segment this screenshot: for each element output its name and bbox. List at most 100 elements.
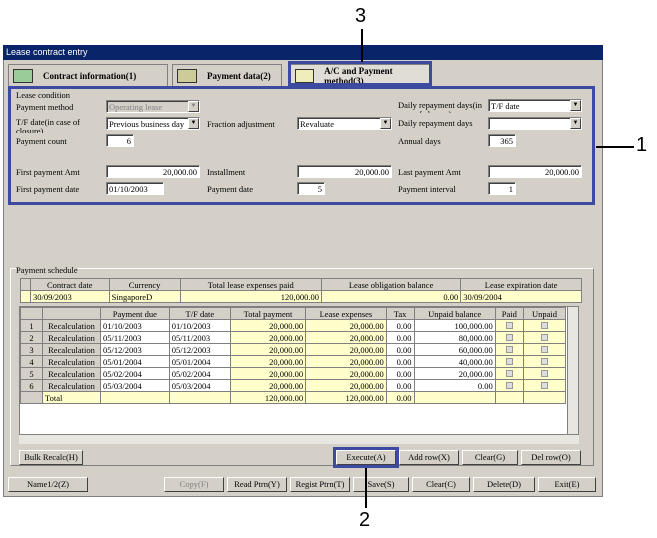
copy-button[interactable]: Copy(F): [164, 477, 224, 492]
cell-tf: 01/10/2003: [168, 319, 231, 332]
unpaid-checkbox[interactable]: [522, 331, 567, 344]
cell-tf: 05/11/2003: [168, 331, 231, 344]
cell-tax: 0.00: [385, 331, 415, 344]
total-row: Total 120,000.00 120,000.00 0.00: [20, 391, 567, 404]
recalculation-button[interactable]: Recalculation: [42, 343, 101, 356]
table-row: 3 Recalculation 05/12/2003 05/12/2003 20,000…: [20, 343, 567, 356]
total-total-cell: 120,000.00: [229, 391, 307, 404]
contract-date-cell: 30/09/2003: [30, 290, 110, 303]
read-ptrn-button[interactable]: Read Ptrn(Y): [227, 477, 287, 492]
col-paid: Paid: [494, 307, 524, 320]
cell-due[interactable]: 05/02/2004: [100, 367, 170, 380]
cell-total: 20,000.00: [229, 319, 307, 332]
add-row-button[interactable]: Add row(X): [399, 450, 459, 465]
col-currency: Currency: [108, 278, 181, 291]
callout-3-line: [361, 29, 363, 62]
cell-tf: 05/12/2003: [168, 343, 231, 356]
name-button[interactable]: Name1/2(Z): [8, 477, 88, 492]
tab-payment-data[interactable]: Payment data(2): [172, 64, 282, 86]
exit-button[interactable]: Exit(E): [538, 477, 596, 492]
paid-checkbox[interactable]: [494, 355, 524, 368]
table-row: 2 Recalculation 05/11/2003 05/11/2003 20,000…: [20, 331, 567, 344]
unpaid-checkbox[interactable]: [522, 379, 567, 392]
book-icon: [13, 68, 33, 83]
payment-schedule-label: Payment schedule: [16, 265, 78, 275]
cell-lease: 20,000.00: [305, 355, 387, 368]
tab-highlight-box: [288, 61, 432, 86]
unpaid-checkbox[interactable]: [522, 355, 567, 368]
col-tax: Tax: [385, 307, 415, 320]
paid-checkbox[interactable]: [494, 379, 524, 392]
cell-due[interactable]: 05/03/2004: [100, 379, 170, 392]
col-unpaid: Unpaid: [522, 307, 567, 320]
col-tf-date: T/F date: [168, 307, 231, 320]
total-label-cell: Total: [42, 391, 101, 404]
col-total-payment: Total payment: [229, 307, 307, 320]
lease-obligation-cell: 0.00: [321, 290, 462, 303]
cell-lease: 20,000.00: [305, 331, 387, 344]
cell-unpaid: 40,000.00: [413, 355, 496, 368]
cell-no: 4: [20, 355, 43, 368]
cell-due[interactable]: 05/01/2004: [100, 355, 170, 368]
col-total-lease-paid: Total lease expenses paid: [179, 278, 323, 291]
tab-contract-information[interactable]: Contract information(1): [8, 64, 168, 86]
summary-header-row: Contract date Currency Total lease expen…: [20, 278, 582, 291]
cell-tax: 0.00: [385, 379, 415, 392]
recalculation-button[interactable]: Recalculation: [42, 331, 101, 344]
total-lease-cell: 120,000.00: [305, 391, 387, 404]
cell-total: 20,000.00: [229, 343, 307, 356]
col-lease-obligation: Lease obligation balance: [321, 278, 462, 291]
tab-label: Payment data(2): [207, 70, 271, 81]
del-row-button[interactable]: Del row(O): [521, 450, 581, 465]
total-tax-cell: 0.00: [385, 391, 415, 404]
schedule-grid[interactable]: Payment due T/F date Total payment Lease…: [19, 306, 579, 444]
unpaid-checkbox[interactable]: [522, 367, 567, 380]
clear-button[interactable]: Clear(C): [412, 477, 470, 492]
recalculation-button[interactable]: Recalculation: [42, 355, 101, 368]
document-icon: [177, 68, 197, 83]
regist-ptrn-button[interactable]: Regist Ptrn(T): [290, 477, 350, 492]
table-row: 1 Recalculation 01/10/2003 01/10/2003 20,000…: [20, 319, 567, 332]
callout-2: 2: [359, 509, 371, 531]
cell-due[interactable]: 05/12/2003: [100, 343, 170, 356]
cell-no: 5: [20, 367, 43, 380]
table-row: 4 Recalculation 05/01/2004 05/01/2004 20,000…: [20, 355, 567, 368]
table-row: 6 Recalculation 05/03/2004 05/03/2004 20,000…: [20, 379, 567, 392]
table-row: 5 Recalculation 05/02/2004 05/02/2004 20,000…: [20, 367, 567, 380]
unpaid-checkbox[interactable]: [522, 319, 567, 332]
unpaid-checkbox[interactable]: [522, 343, 567, 356]
lease-condition-highlight-box: [8, 86, 595, 205]
paid-checkbox[interactable]: [494, 367, 524, 380]
summary-table: Contract date Currency Total lease expen…: [20, 278, 582, 303]
cell-due[interactable]: 05/11/2003: [100, 331, 170, 344]
cell-tf: 05/02/2004: [168, 367, 231, 380]
cell-tax: 0.00: [385, 367, 415, 380]
window-title: Lease contract entry: [3, 45, 603, 60]
paid-checkbox[interactable]: [494, 343, 524, 356]
recalculation-button[interactable]: Recalculation: [42, 379, 101, 392]
cell-total: 20,000.00: [229, 355, 307, 368]
horizontal-scrollbar[interactable]: [19, 434, 579, 444]
cell-lease: 20,000.00: [305, 343, 387, 356]
cell-no: 2: [20, 331, 43, 344]
save-button[interactable]: Save(S): [353, 477, 409, 492]
summary-row: 30/09/2003 SingaporeD 120,000.00 0.00 30…: [20, 290, 582, 303]
empty-row: [21, 404, 566, 416]
cell-no: 3: [20, 343, 43, 356]
paid-checkbox[interactable]: [494, 331, 524, 344]
delete-button[interactable]: Delete(D): [473, 477, 535, 492]
cell-tax: 0.00: [385, 319, 415, 332]
recalculation-button[interactable]: Recalculation: [42, 319, 101, 332]
schedule-table: Payment due T/F date Total payment Lease…: [20, 307, 567, 440]
clear-row-button[interactable]: Clear(G): [462, 450, 518, 465]
vertical-scrollbar[interactable]: [567, 307, 578, 443]
cell-due[interactable]: 01/10/2003: [100, 319, 170, 332]
cell-total: 20,000.00: [229, 379, 307, 392]
cell-total: 20,000.00: [229, 367, 307, 380]
empty-row: [21, 416, 566, 428]
paid-checkbox[interactable]: [494, 319, 524, 332]
recalculation-button[interactable]: Recalculation: [42, 367, 101, 380]
callout-1: 1: [636, 134, 648, 156]
cell-lease: 20,000.00: [305, 319, 387, 332]
bulk-recalc-button[interactable]: Bulk Recalc(H): [19, 450, 83, 465]
